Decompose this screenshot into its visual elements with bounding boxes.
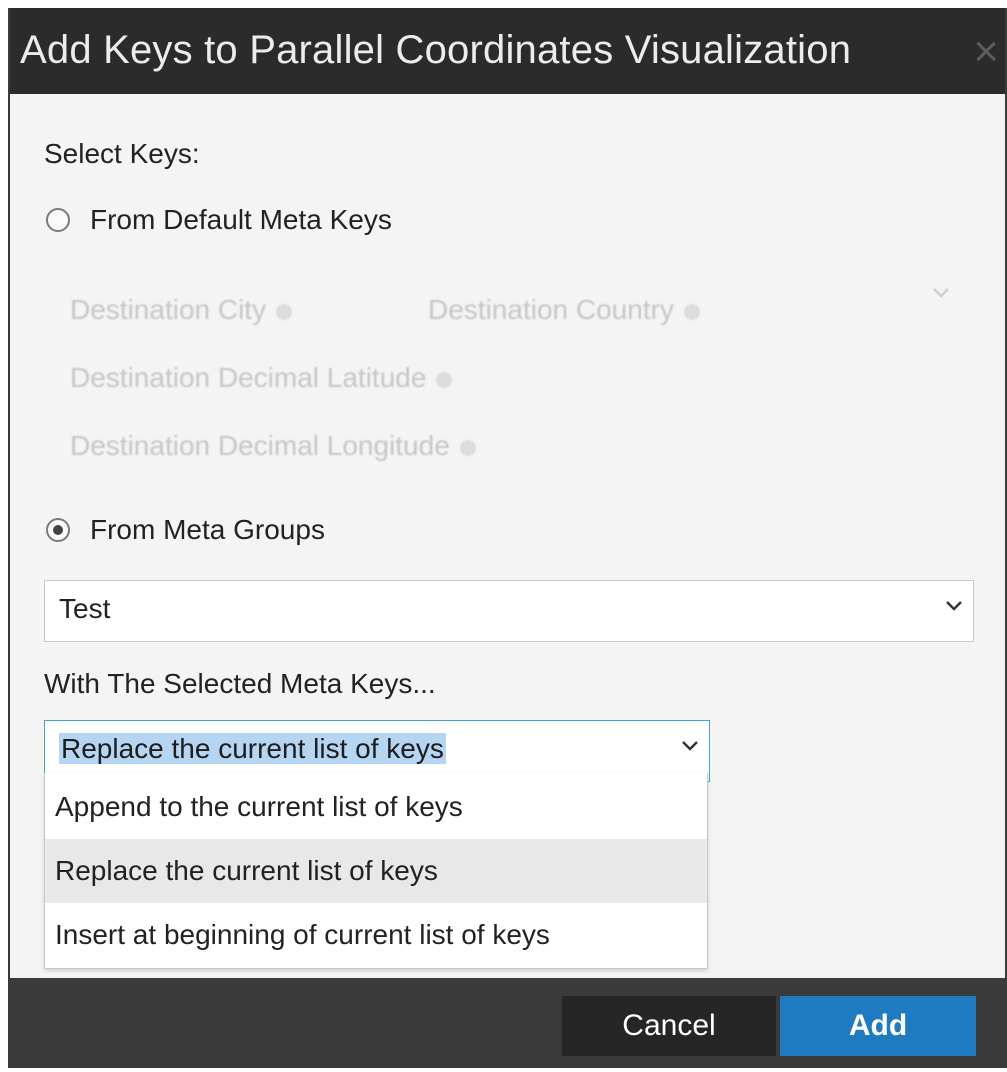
dialog-footer: Cancel Add — [10, 978, 1005, 1068]
meta-key-chip: Destination Country — [428, 294, 700, 326]
action-dropdown-menu: Append to the current list of keys Repla… — [44, 773, 708, 969]
meta-groups-radio[interactable] — [46, 518, 70, 542]
meta-groups-label: From Meta Groups — [90, 514, 325, 545]
default-meta-keys-radio[interactable] — [46, 208, 70, 232]
cancel-button[interactable]: Cancel — [562, 996, 776, 1056]
meta-key-chip: Destination Decimal Longitude — [70, 430, 476, 462]
chevron-down-icon — [681, 739, 698, 753]
meta-key-chip: Destination Decimal Latitude — [70, 362, 453, 394]
remove-chip-icon — [459, 439, 476, 456]
meta-group-selected-value: Test — [59, 593, 111, 624]
chevron-down-icon — [945, 599, 962, 613]
remove-chip-icon — [436, 371, 453, 388]
default-meta-keys-chip-list: Destination City Destination Country Des… — [50, 274, 990, 474]
remove-chip-icon — [683, 303, 700, 320]
add-button[interactable]: Add — [780, 996, 976, 1056]
dropdown-option-append[interactable]: Append to the current list of keys — [45, 775, 707, 839]
chevron-down-icon — [932, 282, 950, 305]
dialog-title: Add Keys to Parallel Coordinates Visuali… — [20, 28, 852, 72]
select-keys-label: Select Keys: — [44, 138, 200, 169]
meta-group-select[interactable]: Test — [44, 580, 974, 642]
action-label: With The Selected Meta Keys... — [44, 668, 436, 699]
default-meta-keys-label: From Default Meta Keys — [90, 204, 392, 235]
dropdown-option-replace[interactable]: Replace the current list of keys — [45, 839, 707, 903]
remove-chip-icon — [276, 303, 293, 320]
close-icon[interactable]: × — [973, 30, 999, 74]
meta-key-chip: Destination City — [70, 294, 293, 326]
dropdown-option-insert[interactable]: Insert at beginning of current list of k… — [45, 903, 707, 967]
action-selected-value: Replace the current list of keys — [59, 733, 446, 764]
dialog-titlebar: Add Keys to Parallel Coordinates Visuali… — [10, 8, 1005, 94]
